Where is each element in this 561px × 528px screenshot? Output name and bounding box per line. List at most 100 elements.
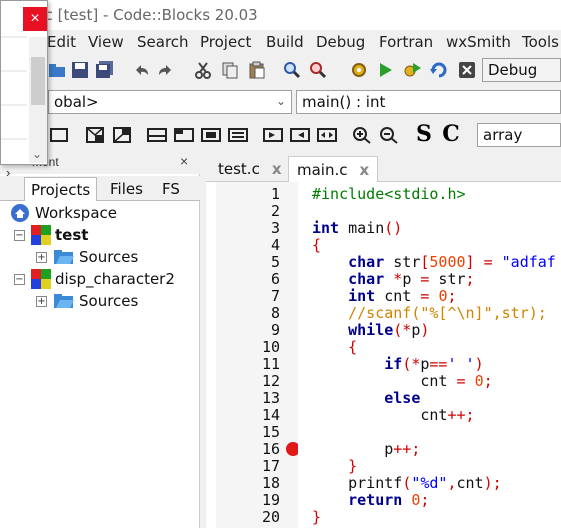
close-icon[interactable]: x bbox=[272, 160, 282, 178]
code-token: () bbox=[384, 219, 403, 237]
code-token: char bbox=[348, 253, 385, 271]
arrows-box-icon[interactable] bbox=[316, 124, 338, 146]
code-token: "%d" bbox=[411, 474, 448, 492]
box-icon[interactable] bbox=[48, 124, 70, 146]
abort-icon[interactable] bbox=[456, 59, 478, 81]
tree-workspace[interactable]: Workspace bbox=[10, 202, 117, 224]
build-run-icon[interactable] bbox=[401, 59, 423, 81]
code-token: return bbox=[348, 491, 403, 509]
code-token: str bbox=[384, 253, 421, 271]
code-line: { bbox=[312, 237, 321, 254]
block-icon[interactable] bbox=[227, 124, 249, 146]
stream-comment-icon[interactable] bbox=[173, 124, 195, 146]
tab-test-c[interactable]: test.c x bbox=[210, 156, 290, 182]
menu-search[interactable]: Search bbox=[137, 33, 189, 51]
build-icon[interactable] bbox=[348, 59, 370, 81]
search-input[interactable]: array bbox=[477, 123, 561, 147]
tab-projects[interactable]: Projects bbox=[24, 177, 98, 201]
toggle-comment-icon[interactable] bbox=[146, 124, 168, 146]
line-number: 16 bbox=[261, 440, 280, 458]
replace-icon[interactable] bbox=[307, 59, 329, 81]
menu-edit[interactable]: Edit bbox=[47, 33, 76, 51]
comment-icon[interactable] bbox=[84, 124, 106, 146]
code-token: if bbox=[384, 355, 403, 373]
dropdown-popup: × ⌄ bbox=[0, 0, 48, 165]
line-number: 15 bbox=[261, 423, 280, 441]
scroll-down-icon[interactable]: ⌄ bbox=[32, 147, 42, 161]
code-line: cnt++; bbox=[312, 406, 474, 424]
code-token: ; bbox=[465, 270, 475, 288]
find-icon[interactable] bbox=[281, 59, 303, 81]
menu-build[interactable]: Build bbox=[266, 33, 304, 51]
zoom-out-icon[interactable] bbox=[378, 124, 400, 146]
s-icon[interactable]: S bbox=[413, 121, 435, 147]
line-number: 2 bbox=[270, 202, 280, 220]
tree-project-test[interactable]: − test bbox=[14, 224, 88, 246]
code-token: main bbox=[339, 219, 385, 237]
close-icon[interactable]: × bbox=[180, 153, 188, 169]
code-line: char *p = str; bbox=[312, 270, 475, 288]
code-line: int cnt = 0; bbox=[312, 287, 457, 305]
redo-icon[interactable] bbox=[155, 59, 177, 81]
function-select[interactable]: main() : int bbox=[296, 90, 561, 114]
save-icon[interactable] bbox=[69, 59, 91, 81]
cut-icon[interactable] bbox=[192, 59, 214, 81]
rebuild-icon[interactable] bbox=[428, 59, 450, 81]
tab-files[interactable]: Files bbox=[104, 177, 149, 201]
menu-view[interactable]: View bbox=[88, 33, 124, 51]
save-all-icon[interactable] bbox=[94, 59, 116, 81]
arrow-left-box-icon[interactable] bbox=[289, 124, 311, 146]
code-token: 0 bbox=[474, 372, 484, 390]
menu-fortran[interactable]: Fortran bbox=[379, 33, 433, 51]
search-value: array bbox=[483, 126, 523, 144]
run-icon[interactable] bbox=[374, 59, 396, 81]
code-token: cnt bbox=[312, 406, 448, 424]
tree-sources-test[interactable]: + Sources bbox=[36, 246, 138, 268]
line-number: 11 bbox=[261, 355, 280, 373]
line-number-gutter[interactable]: 123456789101112131415161718192021−− bbox=[216, 182, 319, 528]
arrow-right-box-icon[interactable] bbox=[262, 124, 284, 146]
menu-project[interactable]: Project bbox=[200, 33, 251, 51]
line-number: 14 bbox=[261, 406, 280, 424]
tree-project-disp[interactable]: − disp_character2 bbox=[14, 268, 175, 290]
code-line: printf("%d",cnt); bbox=[312, 475, 502, 492]
code-token: cnt bbox=[375, 287, 421, 305]
open-icon[interactable] bbox=[46, 59, 68, 81]
undo-icon[interactable] bbox=[130, 59, 152, 81]
expand-icon[interactable]: + bbox=[36, 251, 47, 263]
zoom-in-icon[interactable] bbox=[351, 124, 373, 146]
code-token: #include<stdio.h> bbox=[312, 185, 466, 203]
box-comment-icon[interactable] bbox=[200, 124, 222, 146]
chevron-right-icon[interactable]: › bbox=[6, 165, 10, 180]
copy-icon[interactable] bbox=[219, 59, 241, 81]
menu-tools[interactable]: Tools bbox=[522, 33, 559, 51]
tab-fs[interactable]: FS bbox=[156, 177, 186, 201]
code-line: char str[5000] = "adfaf bbox=[312, 254, 556, 271]
menu-wxsmith[interactable]: wxSmith bbox=[446, 33, 511, 51]
paste-icon[interactable] bbox=[246, 59, 268, 81]
expand-icon[interactable]: + bbox=[36, 295, 47, 307]
menu-debug[interactable]: Debug bbox=[316, 33, 365, 51]
code-token: ; bbox=[447, 287, 457, 305]
close-icon[interactable]: x bbox=[360, 161, 370, 179]
code-token: "adfaf bbox=[501, 253, 556, 271]
code-line: cnt = 0; bbox=[312, 372, 492, 390]
sources-label: Sources bbox=[79, 248, 139, 266]
uncomment-icon[interactable] bbox=[111, 124, 133, 146]
code-editor[interactable]: #include<stdio.h> int main(){ char str[50… bbox=[298, 182, 561, 528]
collapse-icon[interactable]: − bbox=[14, 273, 25, 285]
management-tabs: Projects Files FS bbox=[0, 176, 200, 201]
build-target-select[interactable]: Debug bbox=[482, 58, 561, 82]
c-icon[interactable]: C bbox=[440, 121, 462, 147]
scope-select[interactable]: obal> ⌄ bbox=[48, 90, 292, 114]
code-line: p++; bbox=[312, 441, 420, 458]
folder-icon bbox=[54, 294, 74, 308]
collapse-icon[interactable]: − bbox=[14, 229, 25, 241]
tab-main-c[interactable]: main.c x bbox=[288, 156, 379, 182]
tree-sources-disp[interactable]: + Sources bbox=[36, 290, 138, 312]
